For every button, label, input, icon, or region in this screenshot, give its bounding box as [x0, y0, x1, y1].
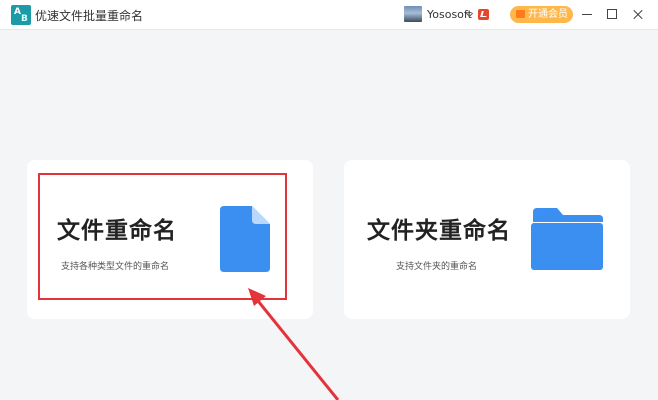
title-bar: AB 优速文件批量重命名 Yososoft 开通会员 [0, 0, 658, 30]
folder-rename-subtitle: 支持文件夹的重命名 [396, 262, 478, 272]
vip-button-label: 开通会员 [528, 9, 568, 20]
vip-button[interactable]: 开通会员 [510, 6, 573, 23]
folder-rename-title: 文件夹重命名 [367, 218, 511, 244]
close-icon[interactable] [632, 8, 644, 20]
maximize-icon[interactable] [606, 8, 618, 20]
app-title: 优速文件批量重命名 [35, 9, 144, 23]
folder-rename-card[interactable]: 文件夹重命名 支持文件夹的重命名 [344, 160, 630, 319]
app-logo-icon: AB [11, 5, 31, 25]
crown-icon [516, 10, 525, 18]
username-label[interactable]: Yososoft [427, 8, 472, 21]
user-avatar[interactable] [404, 6, 422, 22]
highlight-frame [38, 173, 287, 300]
brand-badge-icon[interactable] [478, 9, 489, 20]
folder-icon [531, 208, 603, 270]
minimize-icon[interactable] [581, 8, 593, 20]
pointer-arrow [248, 288, 340, 400]
